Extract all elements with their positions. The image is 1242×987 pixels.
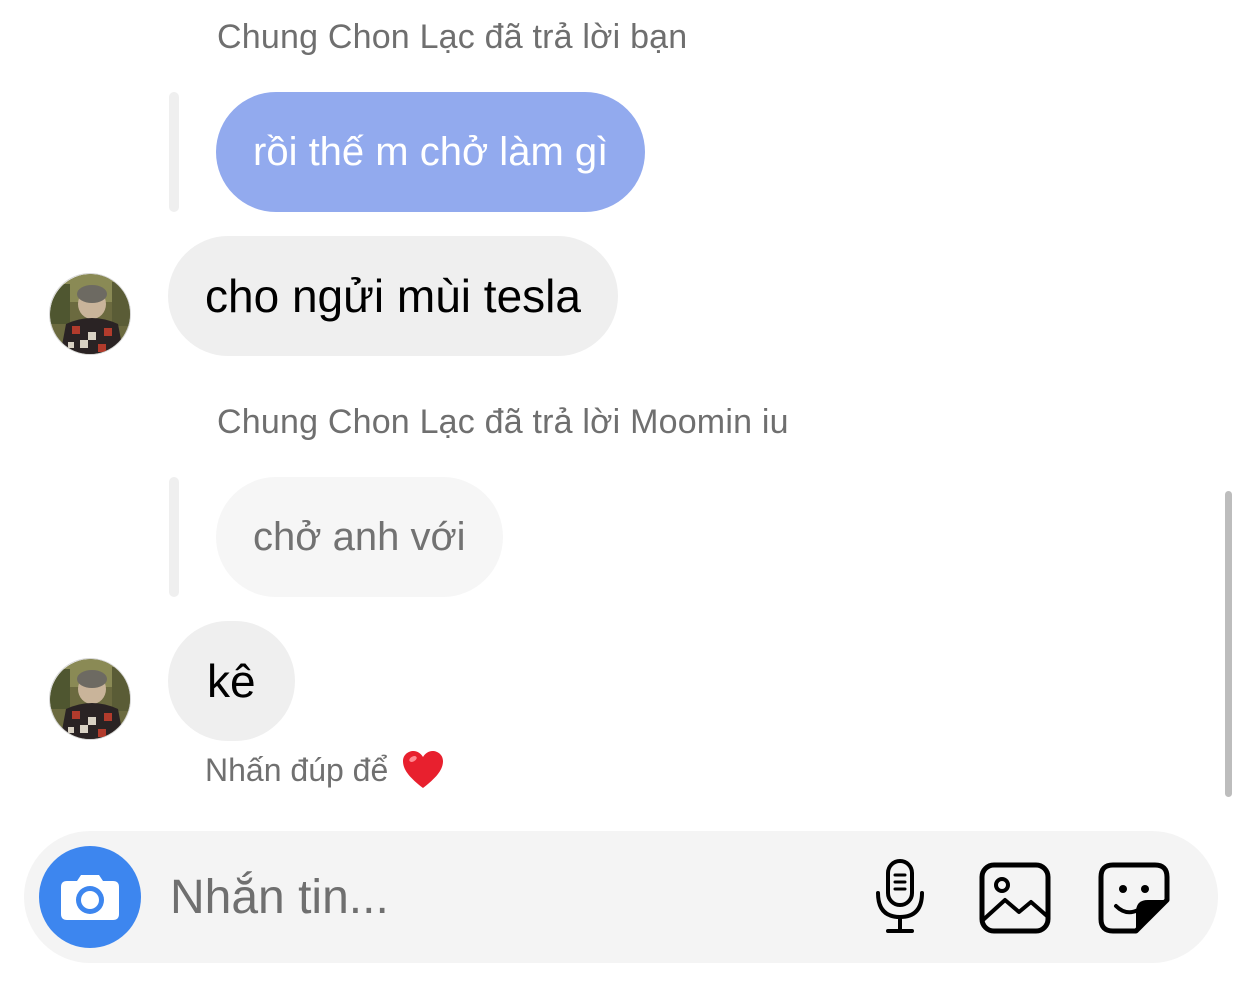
received-message-bubble[interactable]: kê <box>168 621 295 741</box>
sticker-button[interactable] <box>1097 861 1171 935</box>
quoted-message-bubble[interactable]: rồi thế m chở làm gì <box>216 92 646 212</box>
voice-message-button[interactable] <box>868 858 932 936</box>
reply-caption: Chung Chon Lạc đã trả lời Moomin iu <box>217 403 789 441</box>
double-tap-hint: Nhấn đúp để <box>205 750 444 790</box>
quoted-message-text: chở anh với <box>253 514 466 559</box>
received-message-bubble[interactable]: cho ngửi mùi tesla <box>168 236 618 356</box>
camera-icon <box>61 875 119 920</box>
double-tap-hint-text: Nhấn đúp để <box>205 751 389 788</box>
reply-caption: Chung Chon Lạc đã trả lời bạn <box>217 18 688 56</box>
message-text: kê <box>207 655 256 707</box>
heart-icon <box>403 751 444 788</box>
avatar-photo <box>50 659 130 739</box>
avatar[interactable] <box>49 273 131 355</box>
scrollbar-thumb[interactable] <box>1225 491 1232 797</box>
camera-button[interactable] <box>39 846 141 948</box>
avatar[interactable] <box>49 658 131 740</box>
message-text: cho ngửi mùi tesla <box>205 270 581 322</box>
reply-quote-bar <box>169 92 179 212</box>
sticker-icon <box>1098 862 1170 934</box>
quoted-message-bubble[interactable]: chở anh với <box>216 477 503 597</box>
reply-quote-bar <box>169 477 179 597</box>
quoted-message-text: rồi thế m chở làm gì <box>253 129 609 174</box>
avatar-photo <box>50 274 130 354</box>
gallery-icon <box>979 862 1051 934</box>
message-input[interactable] <box>168 866 822 928</box>
gallery-button[interactable] <box>978 861 1052 935</box>
microphone-icon <box>876 859 924 933</box>
